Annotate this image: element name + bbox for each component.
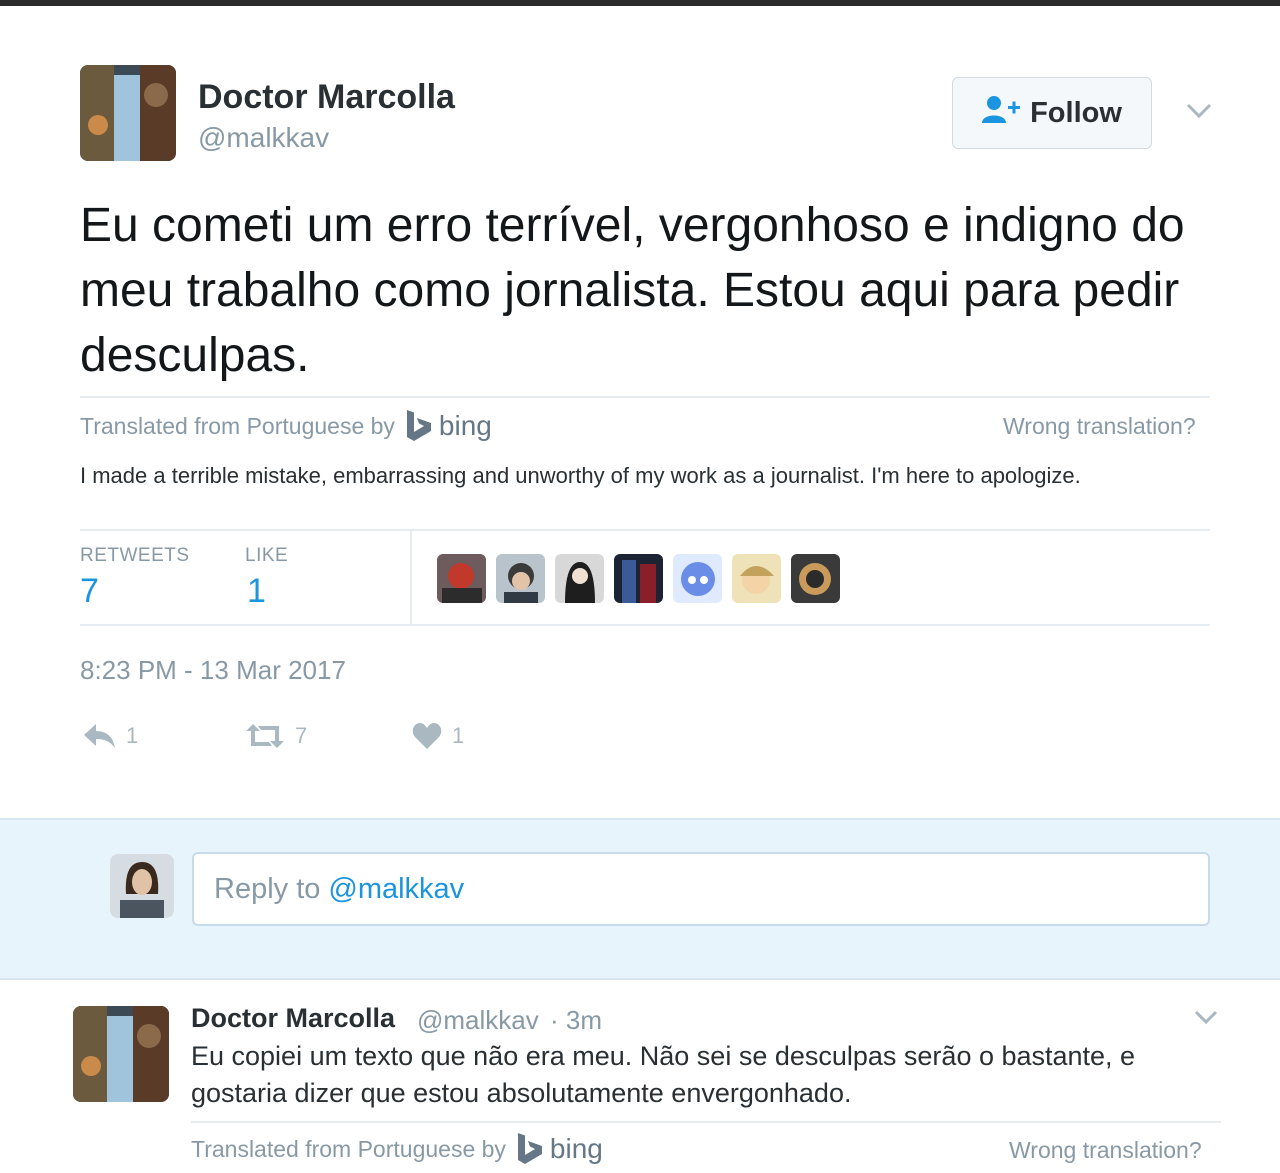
- follow-button-label: Follow: [1030, 96, 1122, 129]
- translation-text: I made a terrible mistake, embarrassing …: [80, 463, 1081, 488]
- follow-button[interactable]: Follow: [952, 77, 1152, 149]
- reply-count: 1: [126, 723, 139, 748]
- retweet-icon: [246, 724, 284, 748]
- author-handle[interactable]: @malkkav: [198, 122, 329, 154]
- divider: [80, 529, 1210, 531]
- reply-placeholder-prefix: Reply to: [214, 872, 321, 905]
- bing-icon: [406, 410, 431, 441]
- divider: [191, 1121, 1221, 1123]
- liker-avatar[interactable]: [496, 554, 545, 603]
- reply-wrong-translation-link[interactable]: Wrong translation?: [1009, 1137, 1202, 1164]
- reply-translated-from-label: Translated from Portuguese by: [191, 1135, 506, 1162]
- reply-action[interactable]: 1: [82, 722, 138, 750]
- retweets-stat-value[interactable]: 7: [80, 572, 99, 611]
- likes-stat-value[interactable]: 1: [247, 572, 266, 611]
- reply-text: Eu copiei um texto que não era meu. Não …: [191, 1041, 1136, 1108]
- reply-author-name[interactable]: Doctor Marcolla: [191, 1003, 395, 1034]
- retweet-count: 7: [295, 723, 308, 748]
- divider: [80, 396, 1210, 398]
- translated-from-label: Translated from Portuguese by: [80, 412, 395, 439]
- author-name[interactable]: Doctor Marcolla: [198, 78, 455, 117]
- reply-author-avatar[interactable]: [73, 1006, 169, 1102]
- reply-icon: [84, 724, 115, 748]
- bing-label: bing: [438, 410, 492, 441]
- tweet-timestamp[interactable]: 8:23 PM - 13 Mar 2017: [80, 655, 346, 686]
- reply-translated-by: Translated from Portuguese by bing: [191, 1133, 603, 1165]
- retweets-stat-label: RETWEETS: [80, 545, 190, 566]
- reply-author-handle[interactable]: @malkkav: [417, 1005, 539, 1036]
- heart-icon: [412, 723, 442, 749]
- reply-bing-logo[interactable]: bing: [516, 1133, 603, 1165]
- stats-divider: [410, 530, 412, 624]
- author-avatar[interactable]: [80, 65, 176, 161]
- like-count: 1: [452, 723, 465, 748]
- reply-time[interactable]: · 3m: [550, 1005, 602, 1036]
- liker-avatar[interactable]: [614, 554, 663, 603]
- divider: [80, 624, 1210, 626]
- like-action[interactable]: 1: [412, 722, 464, 750]
- tweet-text: Eu cometi um erro terrível, vergonhoso e…: [80, 199, 1185, 382]
- likes-stat-label: LIKE: [245, 545, 289, 566]
- reply-bing-label: bing: [549, 1133, 603, 1164]
- liker-avatars: [437, 554, 840, 603]
- translated-by: Translated from Portuguese by bing: [80, 410, 492, 442]
- bing-logo[interactable]: bing: [405, 410, 492, 442]
- reply-placeholder-mention: @malkkav: [328, 872, 465, 905]
- liker-avatar[interactable]: [732, 554, 781, 603]
- reply-input[interactable]: Reply to @malkkav: [192, 852, 1210, 926]
- top-edge-bar: [0, 0, 1280, 6]
- liker-avatar[interactable]: [437, 554, 486, 603]
- liker-avatar[interactable]: [791, 554, 840, 603]
- liker-avatar[interactable]: [673, 554, 722, 603]
- add-user-icon: [982, 95, 1021, 131]
- liker-avatar[interactable]: [555, 554, 604, 603]
- reply-more-chevron-icon[interactable]: [1194, 1010, 1218, 1030]
- bing-icon: [517, 1133, 542, 1164]
- more-options-chevron-icon[interactable]: [1186, 103, 1212, 124]
- retweet-action[interactable]: 7: [245, 722, 307, 750]
- wrong-translation-link[interactable]: Wrong translation?: [1003, 413, 1196, 440]
- current-user-avatar[interactable]: [110, 854, 174, 918]
